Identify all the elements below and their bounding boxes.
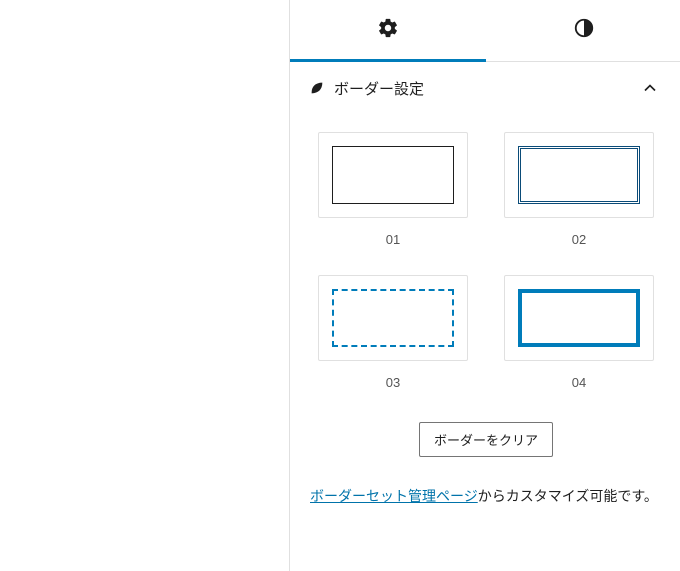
border-label: 04 (572, 375, 586, 390)
border-card (504, 275, 654, 361)
gear-icon (377, 17, 399, 44)
border-preview-thick (518, 289, 640, 347)
sidebar-tabs (290, 0, 680, 62)
clear-border-button[interactable]: ボーダーをクリア (419, 422, 553, 457)
help-text: ボーダーセット管理ページからカスタマイズ可能です。 (290, 485, 680, 509)
section-header-border[interactable]: ボーダー設定 (290, 62, 680, 114)
help-text-after: からカスタマイズ可能です。 (478, 488, 658, 504)
border-option-03[interactable]: 03 (318, 275, 468, 390)
canvas-area (0, 0, 290, 571)
tab-styles[interactable] (486, 0, 680, 61)
border-label: 01 (386, 232, 400, 247)
border-label: 02 (572, 232, 586, 247)
border-options-grid: 01 02 03 04 (290, 114, 680, 400)
border-card (504, 132, 654, 218)
leaf-icon (308, 79, 326, 97)
border-option-02[interactable]: 02 (504, 132, 654, 247)
clear-row: ボーダーをクリア (290, 422, 680, 457)
contrast-icon (573, 17, 595, 44)
border-preview-double (518, 146, 640, 204)
border-card (318, 132, 468, 218)
tab-settings[interactable] (290, 0, 486, 61)
section-title: ボーダー設定 (334, 78, 638, 99)
border-option-04[interactable]: 04 (504, 275, 654, 390)
border-preview-solid (332, 146, 454, 204)
chevron-up-icon (638, 76, 662, 100)
border-label: 03 (386, 375, 400, 390)
border-card (318, 275, 468, 361)
sidebar-panel: ボーダー設定 01 02 (290, 0, 680, 571)
border-settings-link[interactable]: ボーダーセット管理ページ (310, 488, 478, 504)
border-preview-dashed (332, 289, 454, 347)
border-option-01[interactable]: 01 (318, 132, 468, 247)
